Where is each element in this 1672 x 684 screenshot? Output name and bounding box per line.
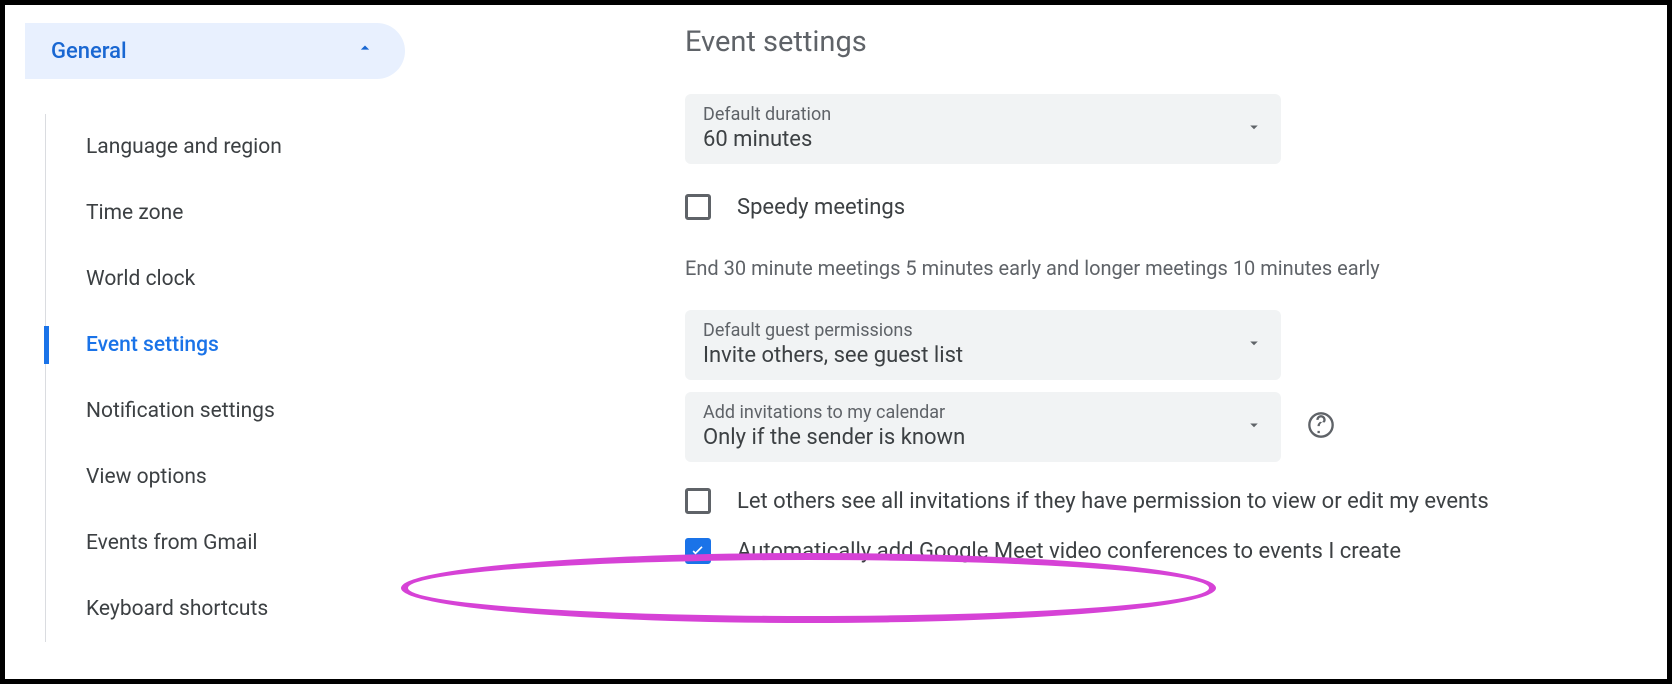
sidebar-item-label: Time zone (86, 201, 183, 225)
sidebar-item-time-zone[interactable]: Time zone (46, 180, 425, 246)
dropdown-label: Default duration (703, 104, 1263, 125)
auto-meet-label: Automatically add Google Meet video conf… (737, 539, 1401, 564)
caret-down-icon (1245, 334, 1263, 356)
sidebar-item-keyboard-shortcuts[interactable]: Keyboard shortcuts (46, 576, 425, 642)
sidebar-item-world-clock[interactable]: World clock (46, 246, 425, 312)
dropdown-label: Default guest permissions (703, 320, 1263, 341)
speedy-meetings-row: Speedy meetings (685, 194, 1667, 220)
sidebar: General Language and region Time zone Wo… (5, 5, 425, 679)
sidebar-items: Language and region Time zone World cloc… (45, 114, 425, 642)
add-invitations-row: Add invitations to my calendar Only if t… (685, 392, 1667, 462)
auto-meet-checkbox[interactable] (685, 538, 711, 564)
sidebar-item-label: World clock (86, 267, 195, 291)
let-others-see-row: Let others see all invitations if they h… (685, 488, 1667, 514)
sidebar-item-language-and-region[interactable]: Language and region (46, 114, 425, 180)
sidebar-item-events-from-gmail[interactable]: Events from Gmail (46, 510, 425, 576)
chevron-up-icon (355, 38, 375, 64)
sidebar-item-label: Language and region (86, 135, 282, 159)
dropdown-value: Invite others, see guest list (703, 343, 1263, 368)
sidebar-item-label: View options (86, 465, 207, 489)
sidebar-item-view-options[interactable]: View options (46, 444, 425, 510)
help-icon[interactable] (1307, 411, 1335, 443)
default-duration-dropdown[interactable]: Default duration 60 minutes (685, 94, 1281, 164)
speedy-meetings-label: Speedy meetings (737, 195, 905, 220)
dropdown-label: Add invitations to my calendar (703, 402, 1263, 423)
auto-meet-row: Automatically add Google Meet video conf… (685, 538, 1667, 564)
sidebar-header-label: General (51, 39, 127, 64)
guest-permissions-dropdown[interactable]: Default guest permissions Invite others,… (685, 310, 1281, 380)
speedy-meetings-checkbox[interactable] (685, 194, 711, 220)
speedy-meetings-hint: End 30 minute meetings 5 minutes early a… (685, 256, 1667, 280)
sidebar-item-label: Notification settings (86, 399, 275, 423)
sidebar-item-label: Events from Gmail (86, 531, 258, 555)
add-invitations-dropdown[interactable]: Add invitations to my calendar Only if t… (685, 392, 1281, 462)
let-others-see-label: Let others see all invitations if they h… (737, 489, 1489, 514)
sidebar-item-event-settings[interactable]: Event settings (46, 312, 425, 378)
sidebar-item-label: Event settings (86, 333, 219, 357)
caret-down-icon (1245, 416, 1263, 438)
sidebar-section-general[interactable]: General (25, 23, 405, 79)
sidebar-item-label: Keyboard shortcuts (86, 597, 268, 621)
caret-down-icon (1245, 118, 1263, 140)
sidebar-item-notification-settings[interactable]: Notification settings (46, 378, 425, 444)
let-others-see-checkbox[interactable] (685, 488, 711, 514)
section-title: Event settings (685, 25, 1667, 59)
dropdown-value: 60 minutes (703, 127, 1263, 152)
dropdown-value: Only if the sender is known (703, 425, 1263, 450)
main-content: Event settings Default duration 60 minut… (425, 5, 1667, 679)
